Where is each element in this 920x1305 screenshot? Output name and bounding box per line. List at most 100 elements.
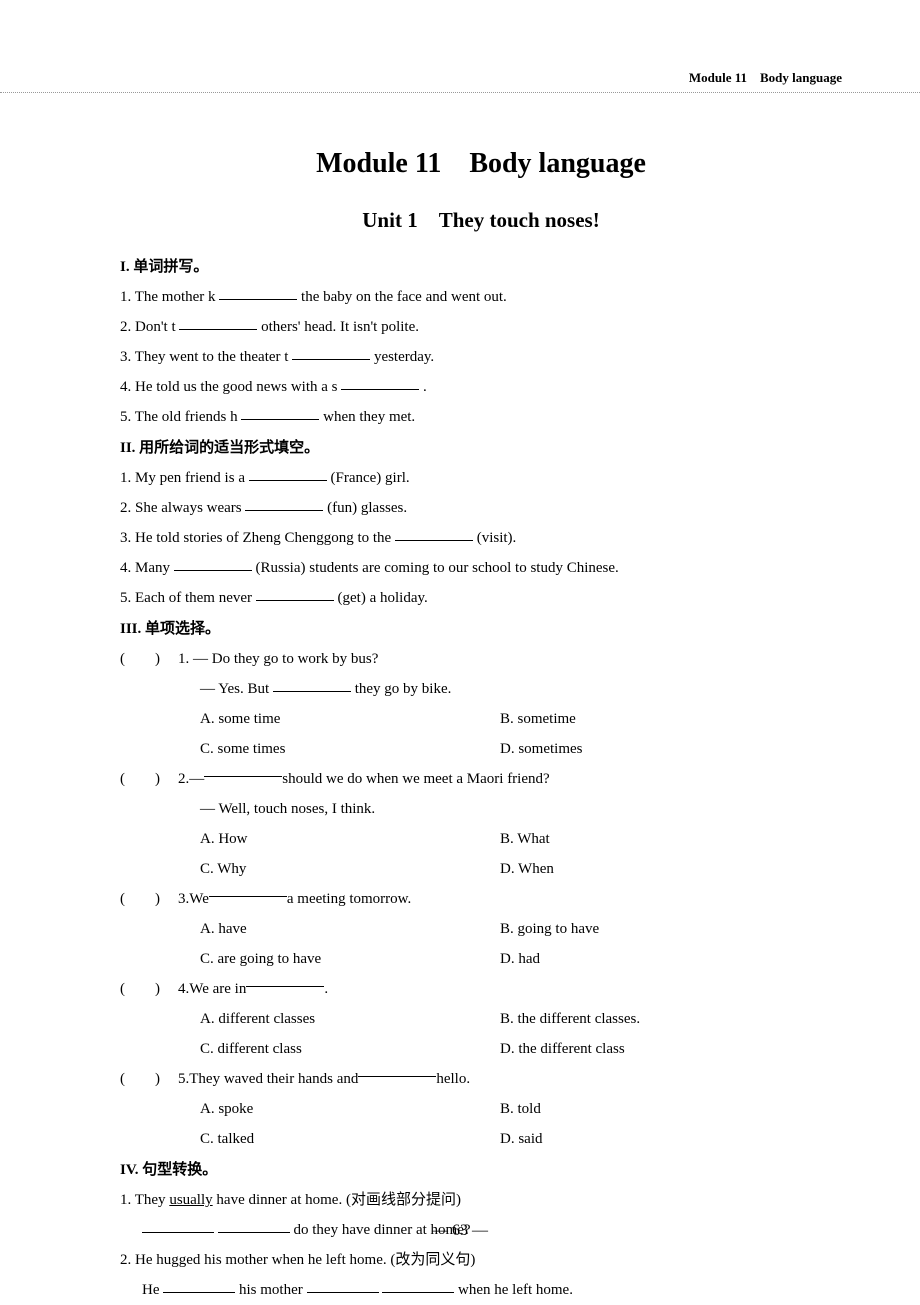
section-1-head: I. 单词拼写。	[120, 255, 842, 276]
fill-blank[interactable]	[358, 1063, 436, 1077]
text-pre: Don't t	[135, 319, 176, 335]
text-pre: He told us the good news with a s	[135, 379, 337, 395]
stem-line: — Do they go to work by bus?	[193, 644, 378, 674]
q2-2: 2. She always wears (fun) glasses.	[120, 493, 842, 523]
option-b[interactable]: B. What	[500, 824, 800, 854]
q1-2: 2. Don't t others' head. It isn't polite…	[120, 312, 842, 342]
text-post: (France) girl.	[330, 470, 409, 486]
text-pre: He told stories of Zheng Chenggong to th…	[135, 530, 395, 546]
option-d[interactable]: D. the different class	[500, 1034, 800, 1064]
q1-1: 1. The mother k the baby on the face and…	[120, 282, 842, 312]
item-number: 4.	[120, 379, 131, 395]
text-pre: Many	[135, 560, 174, 576]
stem-post: should we do when we meet a Maori friend…	[282, 764, 549, 794]
item-number: 3.	[178, 884, 189, 914]
item-number: 4.	[120, 560, 131, 576]
stem-post: they go by bike.	[355, 681, 452, 697]
mc-1: ( ) 1. — Do they go to work by bus?	[120, 644, 842, 674]
mc-3-opts-cd: C. are going to have D. had	[120, 944, 842, 974]
fill-blank[interactable]	[395, 527, 473, 541]
fill-blank[interactable]	[341, 376, 419, 390]
text-post: .	[423, 379, 427, 395]
option-b[interactable]: B. sometime	[500, 704, 800, 734]
answer-paren[interactable]: ( )	[120, 1064, 178, 1094]
text-pre: Each of them never	[135, 590, 256, 606]
text-a: He	[142, 1282, 163, 1298]
option-a[interactable]: A. some time	[200, 704, 500, 734]
mc-3-opts-ab: A. have B. going to have	[120, 914, 842, 944]
item-number: 5.	[178, 1064, 189, 1094]
fill-blank[interactable]	[307, 1279, 379, 1293]
option-d[interactable]: D. When	[500, 854, 800, 884]
item-number: 1.	[120, 470, 131, 486]
answer-paren[interactable]: ( )	[120, 644, 178, 674]
option-c[interactable]: C. some times	[200, 734, 500, 764]
option-d[interactable]: D. sometimes	[500, 734, 800, 764]
fill-blank[interactable]	[273, 678, 351, 692]
item-number: 5.	[120, 409, 131, 425]
fill-blank[interactable]	[174, 557, 252, 571]
text-post: the baby on the face and went out.	[301, 289, 507, 305]
mc-4: ( ) 4. We are in .	[120, 974, 842, 1004]
q2-4: 4. Many (Russia) students are coming to …	[120, 553, 842, 583]
text-post: yesterday.	[374, 349, 434, 365]
stem-post: .	[324, 974, 328, 1004]
text-b: his mother	[239, 1282, 307, 1298]
fill-blank[interactable]	[256, 587, 334, 601]
text-pre: They	[135, 1192, 170, 1208]
option-a[interactable]: A. have	[200, 914, 500, 944]
stem-pre: We are in	[189, 974, 246, 1004]
fill-blank[interactable]	[241, 406, 319, 420]
option-b[interactable]: B. the different classes.	[500, 1004, 800, 1034]
item-number: 2.	[120, 1252, 131, 1268]
text-post: have dinner at home. (对画线部分提问)	[213, 1192, 461, 1208]
mc-3: ( ) 3. We a meeting tomorrow.	[120, 884, 842, 914]
option-c[interactable]: C. are going to have	[200, 944, 500, 974]
option-d[interactable]: D. had	[500, 944, 800, 974]
option-c[interactable]: C. different class	[200, 1034, 500, 1064]
text-post: (Russia) students are coming to our scho…	[256, 560, 619, 576]
item-number: 1.	[120, 1192, 131, 1208]
mc-1-line2: — Yes. But they go by bike.	[120, 674, 842, 704]
text-post: others' head. It isn't polite.	[261, 319, 419, 335]
option-a[interactable]: A. How	[200, 824, 500, 854]
answer-paren[interactable]: ( )	[120, 764, 178, 794]
page-content: Module 11 Body language Unit 1 They touc…	[0, 88, 920, 1305]
option-b[interactable]: B. going to have	[500, 914, 800, 944]
option-c[interactable]: C. talked	[200, 1124, 500, 1154]
fill-blank[interactable]	[179, 316, 257, 330]
option-d[interactable]: D. said	[500, 1124, 800, 1154]
section-2-head: II. 用所给词的适当形式填空。	[120, 436, 842, 457]
fill-blank[interactable]	[209, 883, 287, 897]
fill-blank[interactable]	[249, 467, 327, 481]
option-a[interactable]: A. spoke	[200, 1094, 500, 1124]
mc-4-opts-cd: C. different class D. the different clas…	[120, 1034, 842, 1064]
option-a[interactable]: A. different classes	[200, 1004, 500, 1034]
text-post: (fun) glasses.	[327, 500, 407, 516]
fill-blank[interactable]	[163, 1279, 235, 1293]
option-b[interactable]: B. told	[500, 1094, 800, 1124]
text-pre: She always wears	[135, 500, 245, 516]
option-c[interactable]: C. Why	[200, 854, 500, 884]
q1-3: 3. They went to the theater t yesterday.	[120, 342, 842, 372]
mc-5-opts-cd: C. talked D. said	[120, 1124, 842, 1154]
item-number: 3.	[120, 349, 131, 365]
fill-blank[interactable]	[204, 763, 282, 777]
stem-pre: They waved their hands and	[189, 1064, 358, 1094]
fill-blank[interactable]	[292, 346, 370, 360]
stem-pre: — Yes. But	[200, 681, 273, 697]
fill-blank[interactable]	[245, 497, 323, 511]
mc-4-opts-ab: A. different classes B. the different cl…	[120, 1004, 842, 1034]
fill-blank[interactable]	[246, 973, 324, 987]
fill-blank[interactable]	[219, 286, 297, 300]
answer-paren[interactable]: ( )	[120, 884, 178, 914]
q4-2-answer: He his mother when he left home.	[120, 1275, 842, 1305]
answer-paren[interactable]: ( )	[120, 974, 178, 1004]
page-number: — 63 —	[0, 1222, 920, 1240]
item-number: 2.	[120, 500, 131, 516]
text-pre: They went to the theater t	[135, 349, 289, 365]
module-title: Module 11 Body language	[120, 148, 842, 180]
text-d: when he left home.	[458, 1282, 573, 1298]
fill-blank[interactable]	[382, 1279, 454, 1293]
item-number: 2.	[120, 319, 131, 335]
